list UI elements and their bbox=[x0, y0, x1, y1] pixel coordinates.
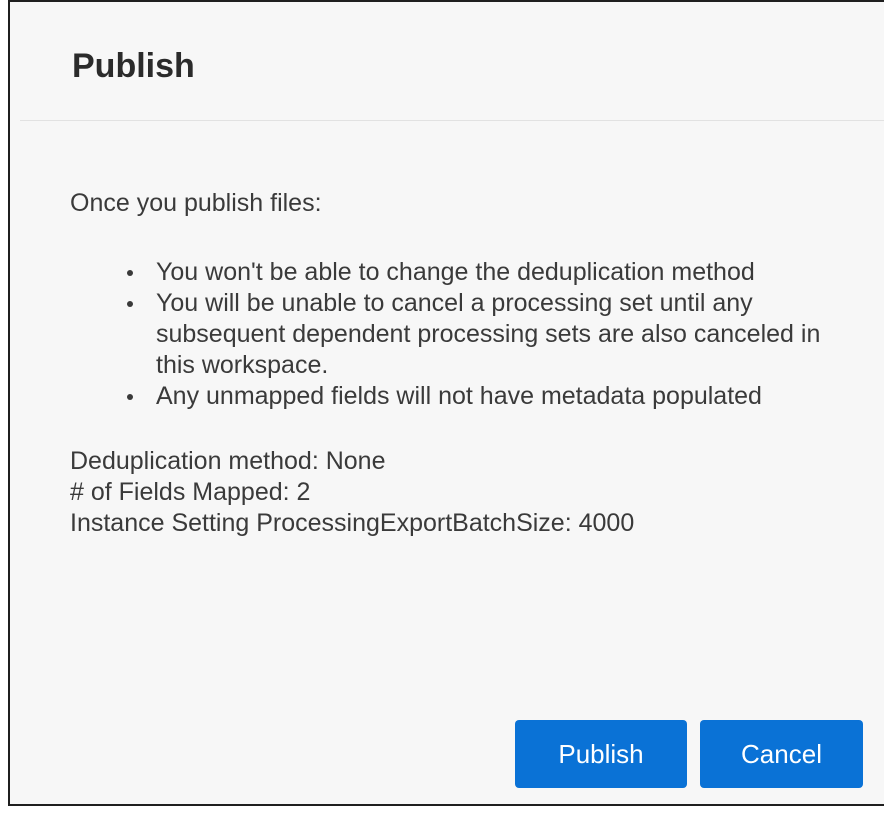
dialog-body: Once you publish files: You won't be abl… bbox=[70, 188, 850, 539]
warning-item-unmapped-fields: Any unmapped fields will not have metada… bbox=[127, 381, 846, 412]
dialog-header: Publish bbox=[20, 2, 884, 121]
publish-dialog: Publish Once you publish files: You won'… bbox=[8, 0, 884, 806]
deduplication-method-text: Deduplication method: None bbox=[70, 447, 386, 475]
publish-details: Deduplication method: None # of Fields M… bbox=[70, 446, 850, 539]
dialog-title: Publish bbox=[72, 47, 195, 85]
warning-list: You won't be able to change the deduplic… bbox=[70, 257, 850, 412]
warning-item-cancel-processing-set: You will be unable to cancel a processin… bbox=[127, 288, 846, 381]
batch-size-text: Instance Setting ProcessingExportBatchSi… bbox=[70, 509, 635, 537]
intro-text: Once you publish files: bbox=[70, 189, 322, 217]
warning-item-deduplication: You won't be able to change the deduplic… bbox=[127, 257, 846, 288]
publish-button[interactable]: Publish bbox=[515, 720, 687, 788]
fields-mapped-text: # of Fields Mapped: 2 bbox=[70, 478, 311, 506]
cancel-button[interactable]: Cancel bbox=[700, 720, 863, 788]
